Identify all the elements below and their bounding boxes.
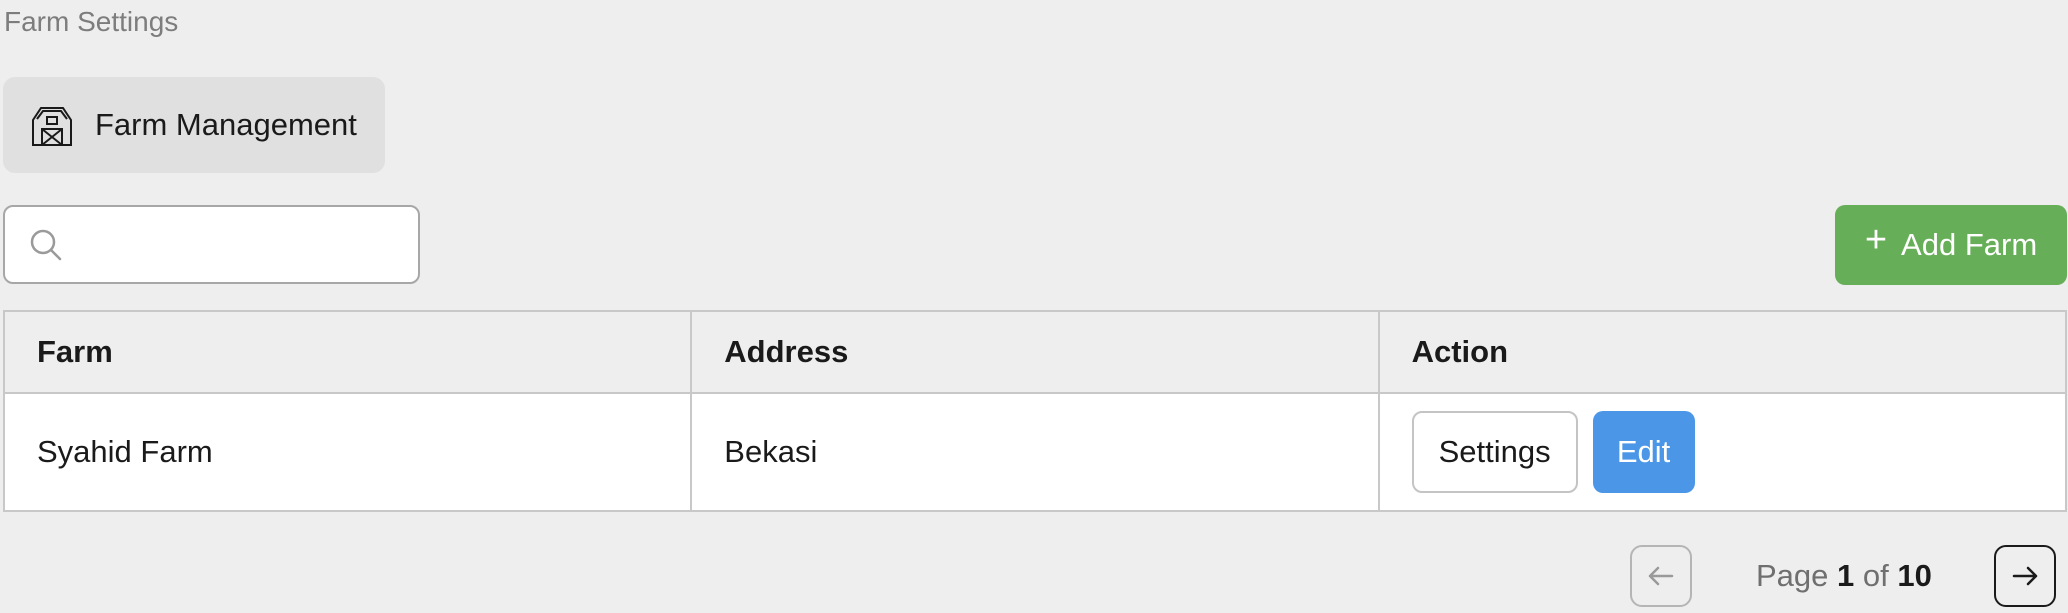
action-cell: Settings Edit bbox=[1377, 392, 2068, 512]
search-icon bbox=[29, 228, 63, 262]
column-header-action: Action bbox=[1377, 310, 2068, 394]
current-page: 1 bbox=[1837, 558, 1855, 593]
total-pages: 10 bbox=[1897, 558, 1932, 593]
page-title: Farm Settings bbox=[4, 6, 179, 37]
column-header-farm: Farm bbox=[2, 310, 693, 394]
search-input[interactable] bbox=[75, 213, 399, 276]
page-prefix: Page bbox=[1756, 558, 1829, 593]
edit-button[interactable]: Edit bbox=[1592, 411, 1695, 493]
address-cell: Bekasi bbox=[690, 392, 1380, 512]
search-box[interactable] bbox=[3, 205, 420, 284]
tab-farm-management[interactable]: Farm Management bbox=[3, 77, 385, 173]
page-separator: of bbox=[1862, 558, 1889, 593]
add-farm-button[interactable]: + Add Farm bbox=[1835, 205, 2067, 285]
table-header-row: Farm Address Action bbox=[2, 310, 2068, 394]
plus-icon: + bbox=[1864, 218, 1888, 261]
barn-icon bbox=[29, 102, 75, 148]
column-header-address: Address bbox=[690, 310, 1380, 394]
arrow-left-icon bbox=[1646, 561, 1676, 591]
next-page-button[interactable] bbox=[1993, 545, 2056, 607]
settings-button[interactable]: Settings bbox=[1411, 411, 1578, 493]
table-row: Syahid Farm Bekasi Settings Edit bbox=[2, 392, 2068, 512]
tab-label: Farm Management bbox=[95, 107, 357, 142]
farm-cell: Syahid Farm bbox=[2, 392, 693, 512]
pagination: Page 1 of 10 bbox=[1630, 544, 2056, 608]
arrow-right-icon bbox=[2010, 561, 2040, 591]
prev-page-button[interactable] bbox=[1630, 545, 1692, 607]
page-indicator: Page 1 of 10 bbox=[1756, 558, 1932, 594]
farm-table: Farm Address Action Syahid Farm Bekasi S… bbox=[2, 310, 2068, 512]
add-farm-label: Add Farm bbox=[1901, 227, 2038, 262]
